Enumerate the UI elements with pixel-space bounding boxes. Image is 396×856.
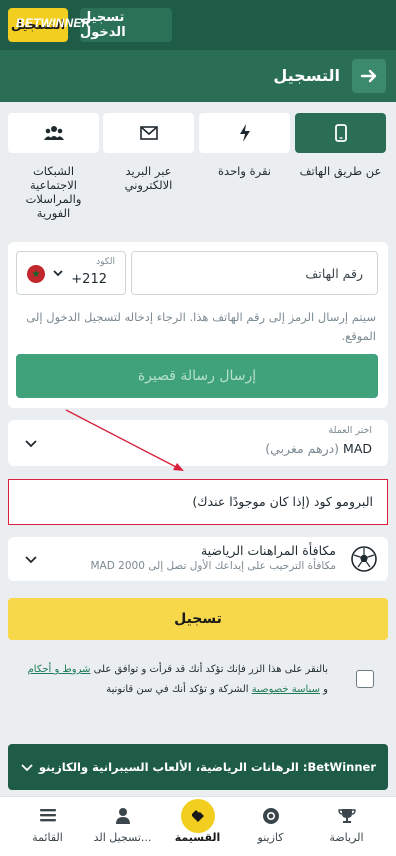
currency-code: MAD <box>343 441 372 456</box>
bonus-subtitle: مكافأة الترحيب على إيداعك الأول تصل إلى … <box>90 560 337 572</box>
casino-chip-icon <box>262 808 279 824</box>
consent-text: بالنقر على هذا الزر فإنك تؤكد أنك قد قرأ… <box>22 660 328 700</box>
seo-accordion[interactable]: BetWinner: الرهانات الرياضية، الألعاب ال… <box>8 744 388 790</box>
betslip-badge <box>180 799 215 833</box>
promo-code-input[interactable]: البرومو كود (إذا كان موجودًا عندك) <box>8 479 388 525</box>
tab-label-social: الشبكات الاجتماعية والمراسلات الفورية <box>25 164 82 220</box>
chevron-down-icon <box>53 270 63 277</box>
page-title: التسجيل <box>273 66 340 85</box>
nav-login[interactable]: تسجيل الد... <box>83 797 162 856</box>
terms-link[interactable]: شروط و أحكام <box>28 664 91 675</box>
currency-value: MAD (درهم مغربي) <box>265 441 372 456</box>
tab-label-one-click: نقرة واحدة <box>218 164 271 178</box>
soccer-ball-icon <box>351 546 377 572</box>
arrow-right-icon <box>360 69 377 83</box>
register-button[interactable]: تسجيل <box>8 598 388 640</box>
bonus-select[interactable]: مكافأة المراهنات الرياضية مكافأة الترحيب… <box>8 537 388 581</box>
nav-label-sports: الرياضة <box>329 831 364 844</box>
chevron-down-icon <box>21 764 33 772</box>
currency-label: اختر العملة <box>328 425 373 436</box>
top-bar: التسجيل تسجيل الدخول BETWINNER <box>0 0 396 50</box>
nav-casino[interactable]: كازينو <box>231 797 310 856</box>
consent-checkbox[interactable] <box>356 670 374 688</box>
consent-suffix: الشركة و تؤكد أنك في سن قانونية <box>106 684 249 695</box>
betwinner-logo[interactable]: BETWINNER <box>16 16 90 30</box>
phone-icon <box>334 124 347 142</box>
tab-social[interactable] <box>8 113 99 153</box>
country-code-label: الكود <box>96 257 115 267</box>
envelope-icon <box>139 126 158 140</box>
nav-menu[interactable]: القائمة <box>8 797 87 856</box>
lightning-icon <box>239 124 250 142</box>
seo-title: BetWinner: الرهانات الرياضية، الألعاب ال… <box>38 760 376 774</box>
phone-input[interactable]: رقم الهاتف <box>131 251 378 295</box>
chevron-down-icon <box>25 440 37 448</box>
currency-select[interactable]: اختر العملة MAD (درهم مغربي) <box>8 420 388 466</box>
nav-sports[interactable]: الرياضة <box>307 797 386 856</box>
nav-betslip[interactable]: القسيمة <box>158 797 237 856</box>
tab-label-email: عبر البريد الالكتروني <box>124 164 173 192</box>
tab-email[interactable] <box>103 113 194 153</box>
tab-label-phone: عن طريق الهاتف <box>299 164 382 178</box>
promo-code-placeholder: البرومو كود (إذا كان موجودًا عندك) <box>192 494 373 509</box>
user-icon <box>115 808 130 824</box>
trophy-icon <box>337 809 356 823</box>
menu-icon <box>39 809 56 822</box>
nav-label-casino: كازينو <box>257 831 284 844</box>
users-icon <box>43 126 64 140</box>
tab-phone[interactable] <box>295 113 386 153</box>
back-button[interactable] <box>352 59 386 93</box>
tab-one-click[interactable] <box>199 113 290 153</box>
nav-label-login: تسجيل الد... <box>93 831 152 844</box>
country-code-value: +212 <box>71 272 107 287</box>
bottom-nav: الرياضة كازينو القسيمة تسجيل الد... القا… <box>0 796 396 856</box>
ticket-icon <box>191 810 204 822</box>
phone-placeholder: رقم الهاتف <box>305 266 363 281</box>
currency-name: (درهم مغربي) <box>265 441 340 456</box>
consent-and: و <box>323 684 328 695</box>
consent-prefix: بالنقر على هذا الزر فإنك تؤكد أنك قد قرأ… <box>93 664 328 675</box>
chevron-down-icon <box>25 556 37 564</box>
sms-note: سيتم إرسال الرمز إلى رقم الهاتف هذا. الر… <box>26 310 376 343</box>
title-bar: التسجيل <box>0 50 396 102</box>
morocco-flag-icon: ★ <box>27 265 45 283</box>
country-code-select[interactable]: ★ الكود +212 <box>16 251 126 295</box>
privacy-link[interactable]: سياسة خصوصية <box>252 684 320 695</box>
nav-label-menu: القائمة <box>32 831 63 844</box>
send-sms-button[interactable]: إرسال رسالة قصيرة <box>16 354 378 398</box>
bonus-title: مكافأة المراهنات الرياضية <box>200 543 336 558</box>
nav-label-betslip: القسيمة <box>174 831 221 844</box>
login-button[interactable]: تسجيل الدخول <box>80 8 172 42</box>
